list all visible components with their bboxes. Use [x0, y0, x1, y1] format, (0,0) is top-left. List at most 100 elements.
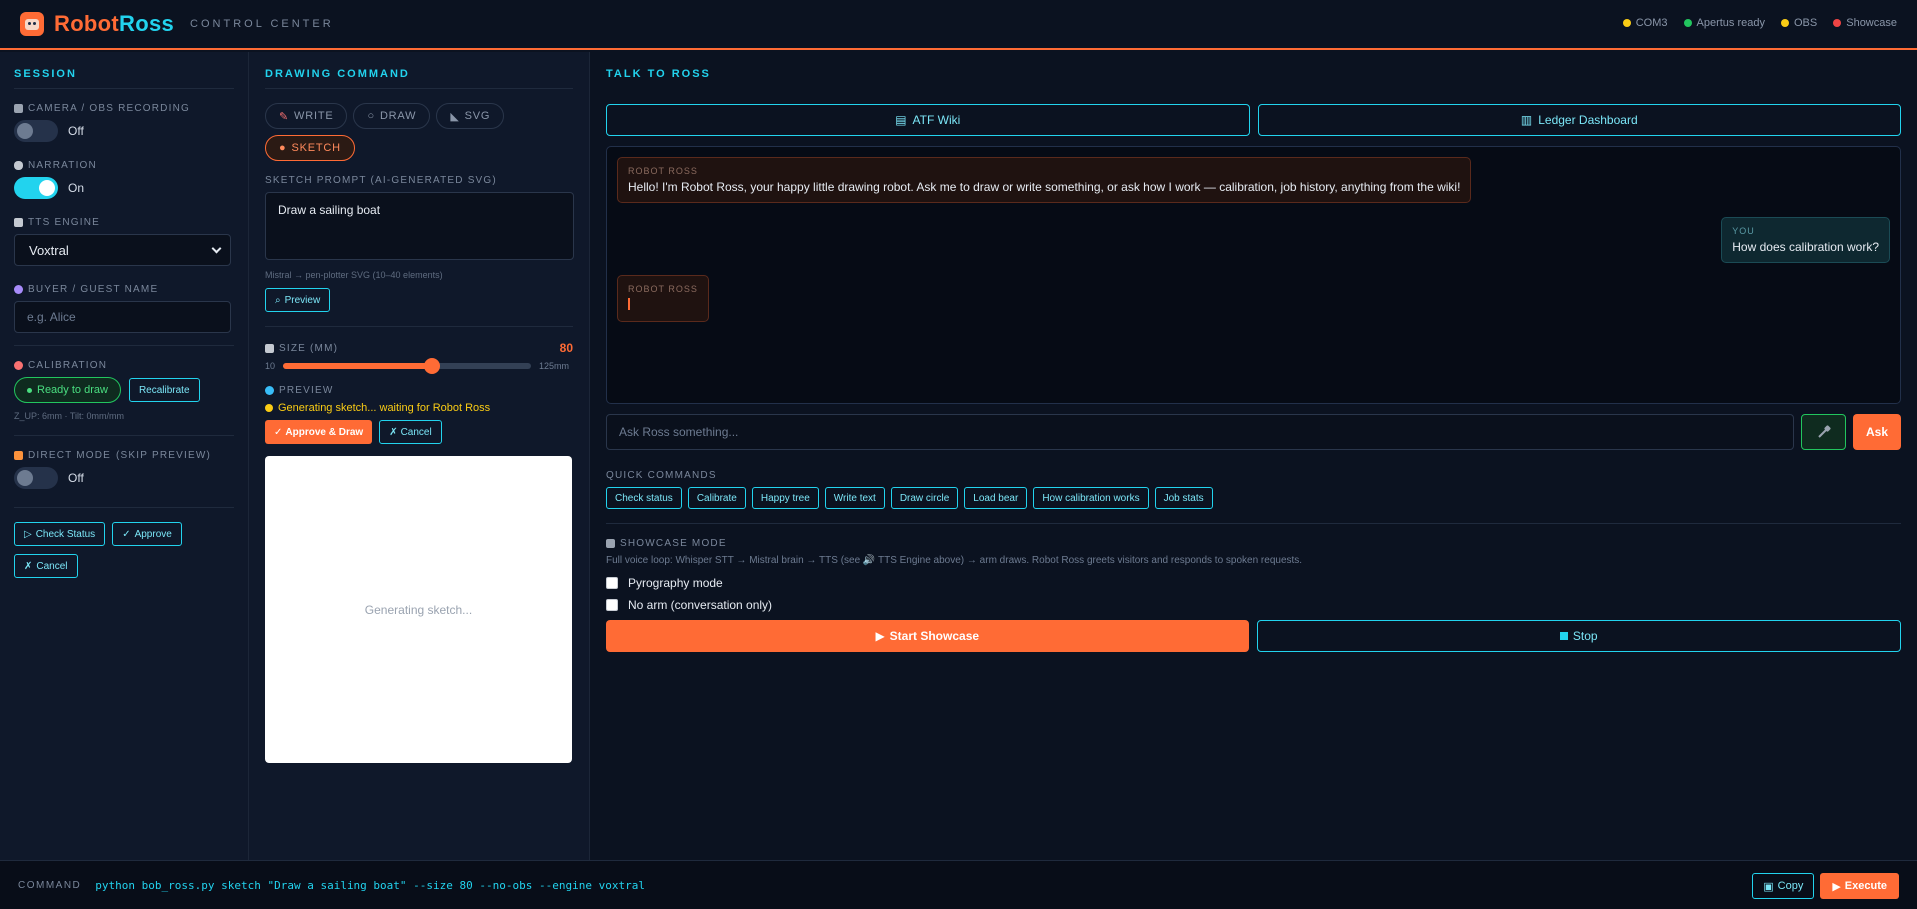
direct-mode-state: Off — [68, 471, 84, 485]
direct-mode-label: DIRECT MODE (SKIP PREVIEW) — [14, 450, 234, 461]
narration-label: NARRATION — [14, 160, 234, 171]
size-min: 10 — [265, 361, 276, 371]
recalibrate-button[interactable]: Recalibrate — [128, 378, 200, 402]
size-max: 125mm — [539, 361, 570, 371]
microphone-icon — [606, 539, 615, 548]
size-slider-thumb[interactable] — [423, 358, 440, 374]
chart-icon: ▥ — [1520, 113, 1533, 127]
status-showcase: Showcase — [1833, 17, 1897, 29]
microphone-button[interactable] — [1801, 414, 1846, 450]
chat-log: ROBOT ROSS Hello! I'm Robot Ross, your h… — [606, 146, 1901, 404]
quick-calibrate[interactable]: Calibrate — [687, 487, 746, 509]
brand-title: RobotRoss — [54, 11, 174, 37]
session-panel: SESSION CAMERA / OBS RECORDING Off NARRA… — [0, 52, 249, 860]
narration-toggle[interactable] — [14, 177, 58, 199]
sketch-prompt-textarea[interactable]: Draw a sailing boat — [265, 192, 574, 260]
quick-commands-title: QUICK COMMANDS — [606, 470, 717, 481]
cancel-button[interactable]: ✗ Cancel — [14, 554, 78, 578]
quick-write-text[interactable]: Write text — [824, 487, 885, 509]
status-dot-icon — [1833, 19, 1842, 27]
quick-check-status[interactable]: Check status — [606, 487, 682, 509]
copy-command-button[interactable]: ▣ Copy — [1752, 873, 1815, 899]
buyer-name-input[interactable]: e.g. Alice — [14, 301, 231, 333]
status-dot-icon — [1683, 19, 1692, 27]
person-icon — [14, 285, 23, 294]
tts-label: TTS ENGINE — [14, 217, 234, 228]
session-title: SESSION — [14, 68, 234, 89]
size-value: 80 — [559, 341, 573, 355]
drawing-title: DRAWING COMMAND — [265, 68, 573, 89]
chat-message-ross: ROBOT ROSS Hello! I'm Robot Ross, your h… — [617, 157, 1472, 203]
tab-write[interactable]: ✎ WRITE — [265, 103, 348, 129]
clipboard-icon: ▣ — [1763, 880, 1774, 893]
talk-panel: TALK TO ROSS ▤ ATF Wiki ▥ Ledger Dashboard… — [590, 52, 1917, 860]
no-arm-checkbox[interactable] — [606, 599, 618, 611]
generation-status: Generating sketch... waiting for Robot R… — [265, 402, 573, 414]
atf-wiki-button[interactable]: ▤ ATF Wiki — [606, 104, 1250, 136]
preview-label: PREVIEW — [265, 385, 573, 396]
status-dot-icon — [265, 404, 273, 412]
command-bar: COMMAND python bob_ross.py sketch "Draw … — [0, 860, 1917, 909]
microphone-icon — [1817, 425, 1831, 438]
pyrography-checkbox[interactable] — [606, 577, 618, 589]
tab-svg[interactable]: ◣ SVG — [436, 103, 505, 129]
tab-sketch[interactable]: ● SKETCH — [265, 135, 355, 161]
palette-icon: ● — [279, 142, 287, 154]
narration-state: On — [68, 181, 85, 195]
calibration-meta: Z_UP: 6mm · Tilt: 0mm/mm — [14, 411, 124, 421]
command-text: python bob_ross.py sketch "Draw a sailin… — [95, 878, 645, 892]
ask-input[interactable]: Ask Ross something... — [606, 414, 1794, 450]
chevron-down-icon — [211, 243, 222, 253]
ledger-dashboard-button[interactable]: ▥ Ledger Dashboard — [1257, 104, 1901, 136]
cancel-preview-button[interactable]: ✗ Cancel — [379, 420, 442, 444]
pyrography-label: Pyrography mode — [628, 576, 723, 590]
camera-toggle[interactable] — [14, 120, 58, 142]
quick-job-stats[interactable]: Job stats — [1154, 487, 1213, 509]
brand-part-robot: Robot — [54, 11, 120, 36]
calibration-status-badge: Ready to draw — [14, 377, 121, 403]
stop-showcase-button[interactable]: Stop — [1256, 620, 1901, 652]
top-header: RobotRoss CONTROL CENTER COM3 Apertus re… — [0, 0, 1917, 50]
size-label: SIZE (MM) — [265, 343, 338, 354]
quick-happy-tree[interactable]: Happy tree — [751, 487, 819, 509]
chat-message-user: YOU How does calibration work? — [1721, 217, 1890, 263]
preview-button[interactable]: ⌕ Preview — [265, 288, 331, 312]
robot-logo-icon — [20, 12, 44, 36]
sketch-prompt-label: SKETCH PROMPT (AI-GENERATED SVG) — [265, 175, 497, 186]
size-slider[interactable] — [283, 358, 532, 374]
status-indicators: COM3 Apertus ready OBS Showcase — [1622, 17, 1897, 29]
speaker-icon — [14, 218, 23, 227]
execute-command-button[interactable]: ▶ Execute — [1820, 873, 1899, 899]
pencil-icon: ✎ — [279, 110, 290, 123]
tab-draw[interactable]: ○ DRAW — [353, 103, 431, 129]
camera-icon — [14, 104, 23, 113]
quick-draw-circle[interactable]: Draw circle — [890, 487, 959, 509]
quick-how-calibration[interactable]: How calibration works — [1033, 487, 1149, 509]
drawing-panel: DRAWING COMMAND ✎ WRITE ○ DRAW ◣ SVG ● SKETC… — [249, 52, 590, 860]
start-showcase-button[interactable]: ▶ Start Showcase — [606, 620, 1249, 652]
check-status-button[interactable]: ▷ Check Status — [14, 522, 106, 546]
circle-icon: ○ — [367, 110, 375, 122]
direct-mode-toggle[interactable] — [14, 467, 58, 489]
ruler-icon: ◣ — [450, 110, 460, 123]
ask-button[interactable]: Ask — [1853, 414, 1901, 450]
status-apertus: Apertus ready — [1683, 17, 1765, 29]
microphone-icon — [14, 161, 23, 170]
magnifier-icon — [265, 386, 274, 395]
brand-part-ross: Ross — [119, 11, 175, 36]
tts-engine-select[interactable]: Voxtral — [14, 234, 231, 266]
status-dot-icon — [1781, 19, 1789, 27]
sketch-preview-canvas: Generating sketch... — [265, 456, 572, 763]
status-com3: COM3 — [1622, 17, 1668, 29]
chat-message-ross-typing: ROBOT ROSS — [617, 275, 709, 322]
camera-state: Off — [68, 124, 84, 138]
target-icon — [14, 361, 23, 370]
status-dot-icon — [1622, 19, 1631, 27]
lightning-icon — [14, 451, 23, 460]
approve-draw-button[interactable]: ✓ Approve & Draw — [265, 420, 373, 444]
quick-load-bear[interactable]: Load bear — [964, 487, 1028, 509]
sketch-hint: Mistral → pen-plotter SVG (10–40 element… — [265, 270, 443, 280]
approve-button[interactable]: ✓ Approve — [112, 522, 182, 546]
magnifier-icon: ⌕ — [275, 294, 281, 306]
calibration-label: CALIBRATION — [14, 360, 234, 371]
